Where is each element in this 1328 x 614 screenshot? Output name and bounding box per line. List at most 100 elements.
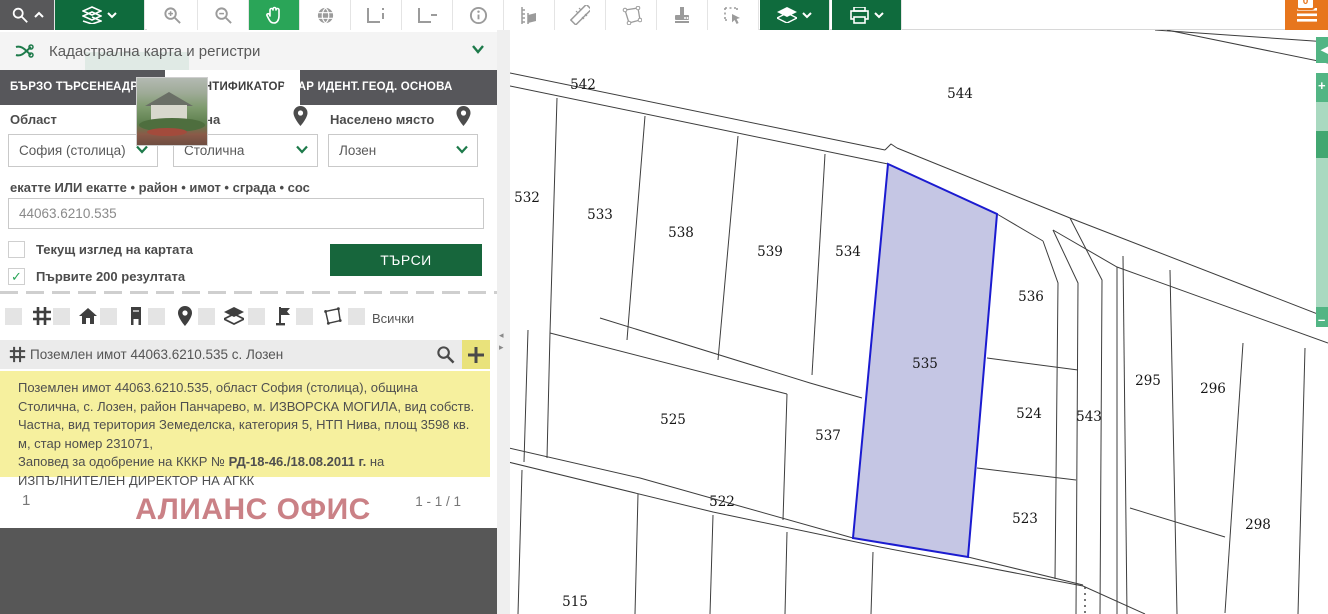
chevron-down-icon (802, 11, 812, 19)
chevron-down-icon (296, 145, 308, 154)
parcel-label-539: 539 (757, 244, 783, 260)
layers-quick-button[interactable] (760, 0, 830, 30)
search-button[interactable]: ТЪРСИ (330, 244, 482, 276)
measure-distance-button[interactable] (555, 0, 606, 30)
zoom-in-icon (163, 6, 182, 25)
info-icon (469, 6, 488, 25)
overview-globe-button[interactable] (300, 0, 351, 30)
measure-area-button[interactable] (606, 0, 657, 30)
first-200-checkbox[interactable]: ✓ (8, 268, 25, 285)
zoom-out-icon (214, 6, 233, 25)
watermark: АЛИАНС ОФИС (126, 493, 380, 527)
rect-plus-icon (366, 6, 386, 24)
notification-badge: 0 (1296, 0, 1315, 10)
extent-add-button[interactable] (351, 0, 402, 30)
zoom-in-button[interactable] (147, 0, 198, 30)
add-result-button[interactable] (462, 340, 490, 369)
tab-old-identifier[interactable]: СТАР ИДЕНТ. (283, 70, 360, 105)
filter-point-checkbox[interactable] (148, 308, 165, 325)
parcel-label-533: 533 (587, 207, 613, 223)
dashed-divider (0, 291, 497, 294)
first-200-label: Първите 200 резултата (36, 269, 185, 284)
print-button[interactable] (832, 0, 902, 30)
ekatte-label: екатте ИЛИ екатте • район • имот • сград… (10, 180, 310, 195)
polygon-icon (621, 6, 642, 25)
extent-remove-button[interactable] (402, 0, 453, 30)
thumbnail-photo[interactable] (137, 78, 207, 145)
oblast-select[interactable]: София (столица) (8, 134, 158, 167)
layers-stack-icon[interactable] (224, 306, 244, 326)
stamp-icon (672, 6, 692, 24)
layers-menu-button[interactable] (55, 0, 145, 30)
info-button[interactable] (453, 0, 504, 30)
parcel-label-536: 536 (1018, 289, 1044, 305)
rect-minus-icon (417, 6, 437, 24)
main-menu-button[interactable]: 0 (1285, 0, 1328, 30)
settlement-value: Лозен (339, 143, 376, 158)
fullscreen-button[interactable]: ◄ (1316, 37, 1328, 63)
filter-flag-checkbox[interactable] (248, 308, 265, 325)
chevron-down-icon[interactable] (471, 44, 485, 54)
pan-hand-icon (265, 6, 283, 25)
parcel-grid-icon (9, 346, 26, 363)
photo-house-roof (145, 92, 193, 106)
pan-button[interactable] (249, 0, 300, 30)
chevron-down-icon (107, 11, 117, 19)
settlement-label: Населено място (330, 112, 434, 127)
map-canvas[interactable]: 5425445325335385395345365352952965435245… (510, 30, 1328, 614)
map-zoom-out-button[interactable]: – (1316, 307, 1328, 327)
location-pin-icon[interactable] (293, 106, 308, 126)
zoom-out-button[interactable] (198, 0, 249, 30)
search-toggle-button[interactable] (0, 0, 55, 30)
select-rect-cursor-icon (723, 6, 743, 25)
pagination-page[interactable]: 1 (22, 492, 30, 509)
location-pin-icon[interactable] (456, 106, 471, 126)
oblast-value: София (столица) (19, 143, 126, 158)
stamp-button[interactable] (657, 0, 708, 30)
panel-title: Кадастрална карта и регистри (49, 43, 260, 60)
filter-polygon-checkbox[interactable] (296, 308, 313, 325)
parcel-label-544: 544 (947, 86, 973, 102)
pagination-range: 1 - 1 / 1 (415, 494, 461, 509)
flag-icon[interactable] (274, 306, 294, 326)
parcel-label-522: 522 (709, 494, 735, 510)
globe-icon (316, 6, 335, 25)
current-view-checkbox[interactable] (8, 241, 25, 258)
zoom-to-result-icon[interactable] (436, 345, 455, 364)
parcel-label-524: 524 (1016, 406, 1042, 422)
expand-right-icon[interactable]: ▸ (499, 342, 504, 353)
select-region-button[interactable] (708, 0, 759, 30)
filter-all-checkbox[interactable] (348, 308, 365, 325)
filter-home-checkbox[interactable] (53, 308, 70, 325)
panel-header[interactable]: Кадастрална карта и регистри (0, 32, 497, 70)
panel-footer (0, 528, 497, 614)
result-details: Поземлен имот 44063.6210.535, област Соф… (0, 371, 490, 477)
cadastral-map[interactable]: 5425445325335385395345365352952965435245… (510, 30, 1328, 614)
map-zoom-in-button[interactable]: + (1316, 73, 1328, 102)
parcel-label-296: 296 (1200, 381, 1226, 397)
result-title: Поземлен имот 44063.6210.535 с. Лозен (30, 347, 283, 362)
filter-building-checkbox[interactable] (100, 308, 117, 325)
filter-layers-checkbox[interactable] (198, 308, 215, 325)
result-details-text: Поземлен имот 44063.6210.535, област Соф… (18, 380, 474, 451)
chevron-down-icon (136, 145, 148, 154)
map-pin-icon[interactable] (175, 306, 195, 326)
identifier-input[interactable] (8, 198, 484, 229)
parcel-label-298: 298 (1245, 517, 1271, 533)
result-order-prefix: Заповед за одобрение на КККР № (18, 454, 229, 469)
polygon-outline-icon[interactable] (322, 306, 342, 326)
building-icon[interactable] (126, 306, 146, 326)
collapse-left-icon[interactable]: ◂ (499, 330, 504, 341)
settlement-select[interactable]: Лозен (328, 134, 478, 167)
map-scale-button[interactable] (504, 0, 555, 30)
zoom-slider-handle[interactable] (1316, 131, 1328, 158)
parcel-grid-icon[interactable] (32, 306, 52, 326)
tab-geodetic-base[interactable]: ГЕОД. ОСНОВА (362, 70, 453, 105)
parcel-label-543: 543 (1076, 409, 1102, 425)
parcel-label-532: 532 (514, 190, 540, 206)
filter-grid-checkbox[interactable] (5, 308, 22, 325)
panel-splitter[interactable]: ◂ ▸ (497, 30, 510, 614)
tab-quick-search[interactable]: БЪРЗО ТЪРСЕНЕ (10, 70, 114, 105)
home-icon[interactable] (78, 306, 98, 326)
result-row[interactable]: Поземлен имот 44063.6210.535 с. Лозен (0, 340, 490, 369)
